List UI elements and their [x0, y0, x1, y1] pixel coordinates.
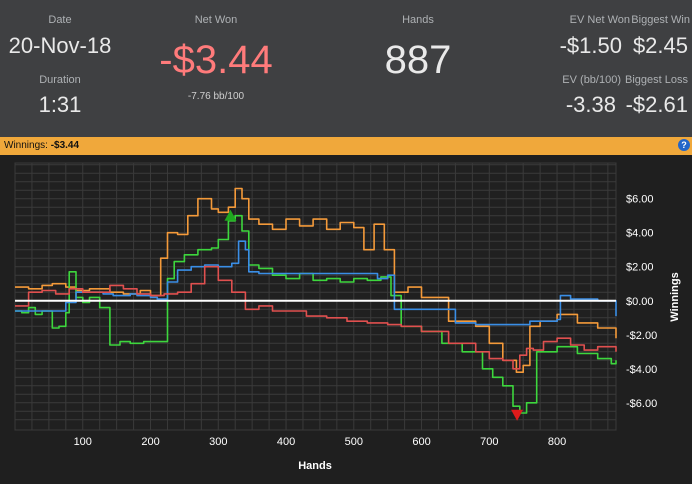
date-value: 20-Nov-18 — [8, 33, 112, 58]
help-icon[interactable]: ? — [678, 139, 690, 151]
biggest-win-value: $2.45 — [632, 33, 688, 58]
net-won-value: -$3.44 — [159, 38, 273, 82]
net-won-label: Net Won — [194, 14, 238, 26]
date-label: Date — [48, 14, 72, 26]
hands-label: Hands — [402, 14, 434, 26]
net-won-bb-per-100: -7.76 bb/100 — [187, 91, 245, 102]
winnings-chart: 100 200 300 400 500 600 700 800 $6.00 $4.00 $2.00… — [14, 162, 681, 472]
biggest-loss-label: Biggest Loss — [625, 74, 688, 86]
x-tick-label: 600 — [412, 436, 430, 448]
x-axis-label: Hands — [298, 460, 332, 472]
winnings-value: -$3.44 — [50, 140, 80, 151]
duration-label: Duration — [39, 74, 81, 86]
biggest-loss-value: -$2.61 — [625, 92, 688, 117]
x-tick-label: 800 — [548, 436, 566, 448]
session-stats-panel: Date 20-Nov-18 Duration 1:31 Net Won -$3… — [0, 0, 692, 137]
y-axis: $6.00 $4.00 $2.00 $0.00 -$2.00 -$4.00 -$6.00 — [626, 194, 657, 410]
x-tick-label: 700 — [480, 436, 498, 448]
y-tick-label: $2.00 — [626, 262, 654, 274]
duration-value: 1:31 — [38, 92, 82, 117]
y-tick-label: $4.00 — [626, 228, 654, 240]
y-tick-label: $6.00 — [626, 194, 654, 206]
winnings-summary: Winnings: -$3.44 — [4, 137, 79, 155]
x-tick-label: 500 — [345, 436, 363, 448]
plot-area — [14, 162, 617, 431]
x-tick-label: 300 — [209, 436, 227, 448]
y-axis-label: Winnings — [669, 272, 681, 321]
ev-bb-value: -3.38 — [565, 92, 616, 117]
y-tick-label: -$4.00 — [626, 364, 657, 376]
x-tick-label: 200 — [141, 436, 159, 448]
y-tick-label: $0.00 — [626, 296, 654, 308]
winnings-bar: Winnings: -$3.44 ? — [0, 137, 692, 155]
x-tick-label: 400 — [277, 436, 295, 448]
ev-net-won-value: -$1.50 — [559, 33, 622, 58]
y-tick-label: -$2.00 — [626, 330, 657, 342]
y-tick-label: -$6.00 — [626, 398, 657, 410]
x-tick-label: 100 — [74, 436, 92, 448]
ev-bb-label: EV (bb/100) — [562, 74, 621, 86]
x-axis: 100 200 300 400 500 600 700 800 — [74, 436, 567, 448]
biggest-win-label: Biggest Win — [631, 14, 690, 26]
hands-value: 887 — [384, 38, 452, 82]
ev-net-won-label: EV Net Won — [569, 14, 630, 26]
winnings-label: Winnings: — [4, 140, 48, 151]
